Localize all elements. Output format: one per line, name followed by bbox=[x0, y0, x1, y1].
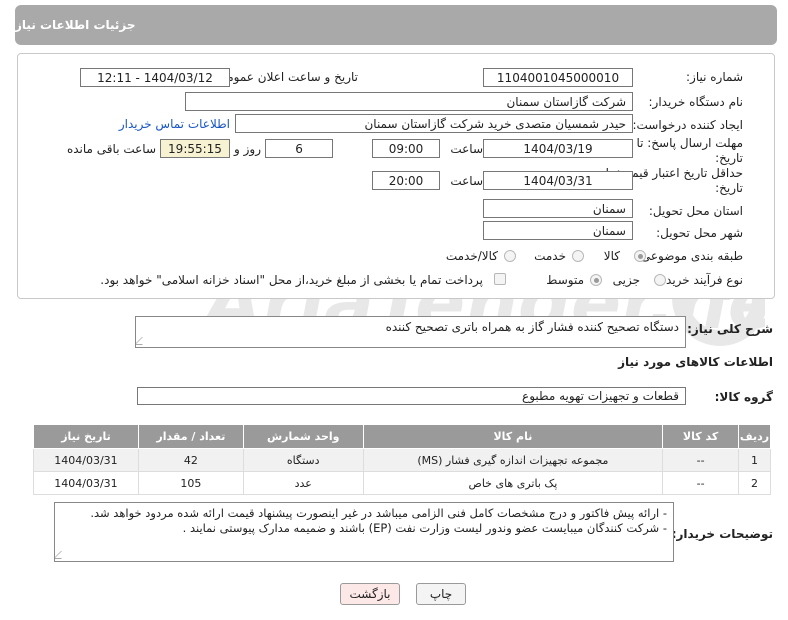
send-deadline-label: مهلت ارسال پاسخ: تا تاریخ: bbox=[636, 136, 743, 165]
payment-note: پرداخت تمام یا بخشی از مبلغ خرید،از محل … bbox=[100, 273, 483, 287]
cell-qty: 42 bbox=[137, 448, 244, 472]
table-row: 1 -- مجموعه تجهیزات اندازه گیری فشار (MS… bbox=[33, 448, 771, 472]
price-time-label: ساعت bbox=[450, 174, 483, 188]
buyer-notes-line-2: - شرکت کنندگان میبایست عضو وندور لیست وز… bbox=[182, 521, 667, 535]
send-time-field: 09:00 bbox=[372, 139, 440, 158]
price-time-field: 20:00 bbox=[372, 171, 440, 190]
category-option-goods-service: کالا/خدمت bbox=[445, 249, 498, 263]
province-label: استان محل تحویل: bbox=[648, 204, 743, 218]
buyer-notes-label: توضیحات خریدار: bbox=[671, 527, 773, 541]
process-radio-medium[interactable] bbox=[590, 274, 602, 286]
cell-date: 1404/03/31 bbox=[33, 471, 139, 495]
goods-group-label: گروه کالا: bbox=[714, 390, 773, 404]
send-date-field: 1404/03/19 bbox=[483, 139, 633, 158]
remaining-time-field: 19:55:15 bbox=[160, 139, 230, 158]
description-text: دستگاه تصحیح کننده فشار گاز به همراه بات… bbox=[385, 320, 679, 334]
cell-code: -- bbox=[662, 448, 740, 472]
page-title: جزئیات اطلاعات نیاز bbox=[15, 18, 136, 32]
col-unit: واحد شمارش bbox=[242, 424, 364, 449]
send-time-label: ساعت bbox=[450, 142, 483, 156]
need-number-label: شماره نیاز: bbox=[686, 70, 743, 84]
payment-treasury-checkbox[interactable] bbox=[494, 273, 506, 285]
buyer-notes-line-1: - ارائه پیش فاکتور و درج مشخصات کامل فنی… bbox=[90, 506, 667, 520]
col-code: کد کالا bbox=[662, 424, 740, 449]
category-label: طبقه بندی موضوعی: bbox=[636, 249, 743, 263]
buyer-org-label: نام دستگاه خریدار: bbox=[648, 95, 744, 109]
process-label: نوع فرآیند خرید : bbox=[658, 273, 743, 287]
buyer-org-field: شرکت گازاستان سمنان bbox=[185, 92, 633, 111]
category-option-service: خدمت bbox=[534, 249, 566, 263]
table-row: 2 -- پک باتری های خاص عدد 105 1404/03/31 bbox=[33, 471, 771, 495]
cell-name: پک باتری های خاص bbox=[362, 471, 664, 495]
col-qty: تعداد / مقدار bbox=[137, 424, 244, 449]
days-label: روز و bbox=[234, 142, 261, 156]
col-index: ردیف bbox=[738, 424, 771, 449]
resize-handle-icon[interactable] bbox=[55, 551, 69, 559]
cell-unit: دستگاه bbox=[242, 448, 364, 472]
days-field: 6 bbox=[265, 139, 333, 158]
cell-index: 2 bbox=[738, 471, 771, 495]
cell-name: مجموعه تجهیزات اندازه گیری فشار (MS) bbox=[362, 448, 664, 472]
col-date: تاریخ نیاز bbox=[33, 424, 139, 449]
category-option-goods: کالا bbox=[603, 249, 620, 263]
buyer-notes-textarea[interactable]: - ارائه پیش فاکتور و درج مشخصات کامل فنی… bbox=[54, 502, 674, 562]
cell-unit: عدد bbox=[242, 471, 364, 495]
col-name: نام کالا bbox=[362, 424, 664, 449]
requester-field: حیدر شمسیان متصدی خرید شرکت گازاستان سمن… bbox=[235, 114, 633, 133]
print-button[interactable]: چاپ bbox=[416, 583, 466, 605]
cell-date: 1404/03/31 bbox=[33, 448, 139, 472]
back-button[interactable]: بازگشت bbox=[340, 583, 400, 605]
city-label: شهر محل تحویل: bbox=[656, 226, 743, 240]
description-textarea[interactable]: دستگاه تصحیح کننده فشار گاز به همراه بات… bbox=[135, 316, 686, 348]
category-radio-service[interactable] bbox=[572, 250, 584, 262]
goods-section-title: اطلاعات کالاهای مورد نیاز bbox=[618, 355, 773, 369]
city-field: سمنان bbox=[483, 221, 633, 240]
price-date-field: 1404/03/31 bbox=[483, 171, 633, 190]
process-radio-minor[interactable] bbox=[654, 274, 666, 286]
resize-handle-icon[interactable] bbox=[136, 337, 150, 345]
announce-label: تاریخ و ساعت اعلان عمومی: bbox=[213, 70, 358, 84]
goods-group-field: قطعات و تجهیزات تهویه مطبوع bbox=[137, 387, 686, 405]
contact-info-link[interactable]: اطلاعات تماس خریدار bbox=[119, 117, 230, 131]
requester-label: ایجاد کننده درخواست: bbox=[632, 118, 743, 132]
announce-datetime-field: 1404/03/12 - 12:11 bbox=[80, 68, 230, 87]
remaining-time-label: ساعت باقی مانده bbox=[66, 142, 156, 156]
province-field: سمنان bbox=[483, 199, 633, 218]
goods-table-header: ردیف کد کالا نام کالا واحد شمارش تعداد /… bbox=[33, 424, 771, 449]
category-radio-goods-service[interactable] bbox=[504, 250, 516, 262]
cell-index: 1 bbox=[738, 448, 771, 472]
goods-table: ردیف کد کالا نام کالا واحد شمارش تعداد /… bbox=[33, 424, 771, 495]
process-option-medium: متوسط bbox=[546, 273, 584, 287]
cell-qty: 105 bbox=[137, 471, 244, 495]
need-number-field: 1104001045000010 bbox=[483, 68, 633, 87]
category-radio-goods[interactable] bbox=[634, 250, 646, 262]
process-option-minor: جزیی bbox=[612, 273, 640, 287]
cell-code: -- bbox=[662, 471, 740, 495]
description-label: شرح کلی نیاز: bbox=[687, 322, 773, 336]
page-header: جزئیات اطلاعات نیاز bbox=[15, 5, 777, 45]
